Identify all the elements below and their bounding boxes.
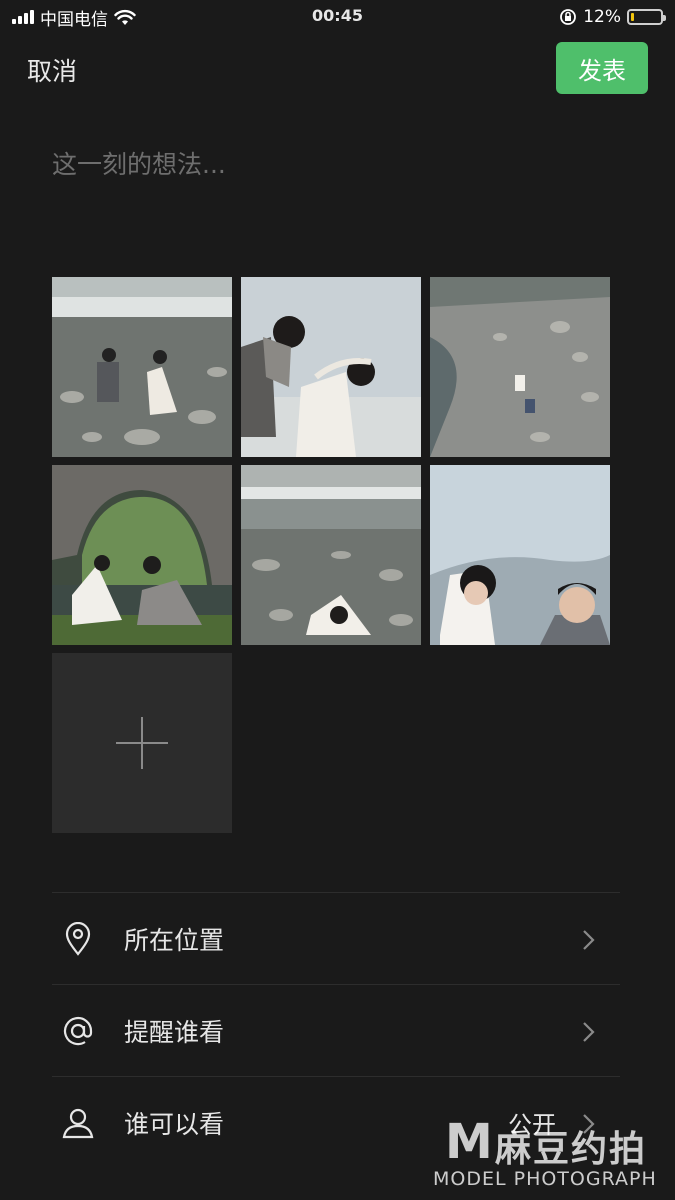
photo-thumbnail-2[interactable]	[241, 277, 421, 457]
chevron-right-icon	[583, 1114, 595, 1134]
photo-thumbnail-4[interactable]	[52, 465, 232, 645]
menu-item-value: 公开	[508, 1111, 556, 1139]
cancel-button[interactable]: 取消	[27, 52, 77, 88]
battery-level	[631, 13, 635, 21]
status-bar: 中国电信 12%	[0, 0, 675, 34]
thought-input[interactable]	[52, 145, 622, 225]
signal-icon	[12, 10, 34, 24]
at-icon	[63, 1016, 93, 1045]
add-photo-button[interactable]	[52, 653, 232, 833]
menu-item-label: 提醒谁看	[124, 1017, 225, 1047]
person-icon	[62, 1108, 94, 1138]
status-left: 中国电信	[12, 5, 136, 30]
photo-thumbnail-5[interactable]	[241, 465, 421, 645]
wifi-icon	[114, 9, 136, 25]
status-right: 12%	[559, 7, 666, 27]
photo-thumbnail-1[interactable]	[52, 277, 232, 457]
menu-item-mention[interactable]: 提醒谁看	[52, 984, 620, 1076]
menu-item-label: 谁可以看	[124, 1109, 225, 1139]
carrier-label: 中国电信	[40, 9, 108, 30]
chevron-right-icon	[583, 930, 595, 950]
menu-item-label: 所在位置	[124, 925, 225, 955]
photo-thumbnail-6[interactable]	[430, 465, 610, 645]
menu-item-visibility[interactable]: 谁可以看 公开	[52, 1076, 620, 1168]
publish-button[interactable]: 发表	[556, 42, 648, 94]
menu-item-location[interactable]: 所在位置	[52, 892, 620, 984]
watermark-brand-en: MODEL PHOTOGRAPH	[433, 1168, 657, 1190]
location-pin-icon	[65, 921, 91, 956]
orientation-lock-icon	[560, 9, 577, 25]
battery-percent: 12%	[583, 7, 621, 27]
post-options-menu: 所在位置 提醒谁看 谁可以看 公开	[52, 892, 620, 1168]
photo-grid	[52, 277, 610, 833]
chevron-right-icon	[583, 1022, 595, 1042]
battery-icon	[627, 9, 666, 25]
photo-thumbnail-3[interactable]	[430, 277, 610, 457]
